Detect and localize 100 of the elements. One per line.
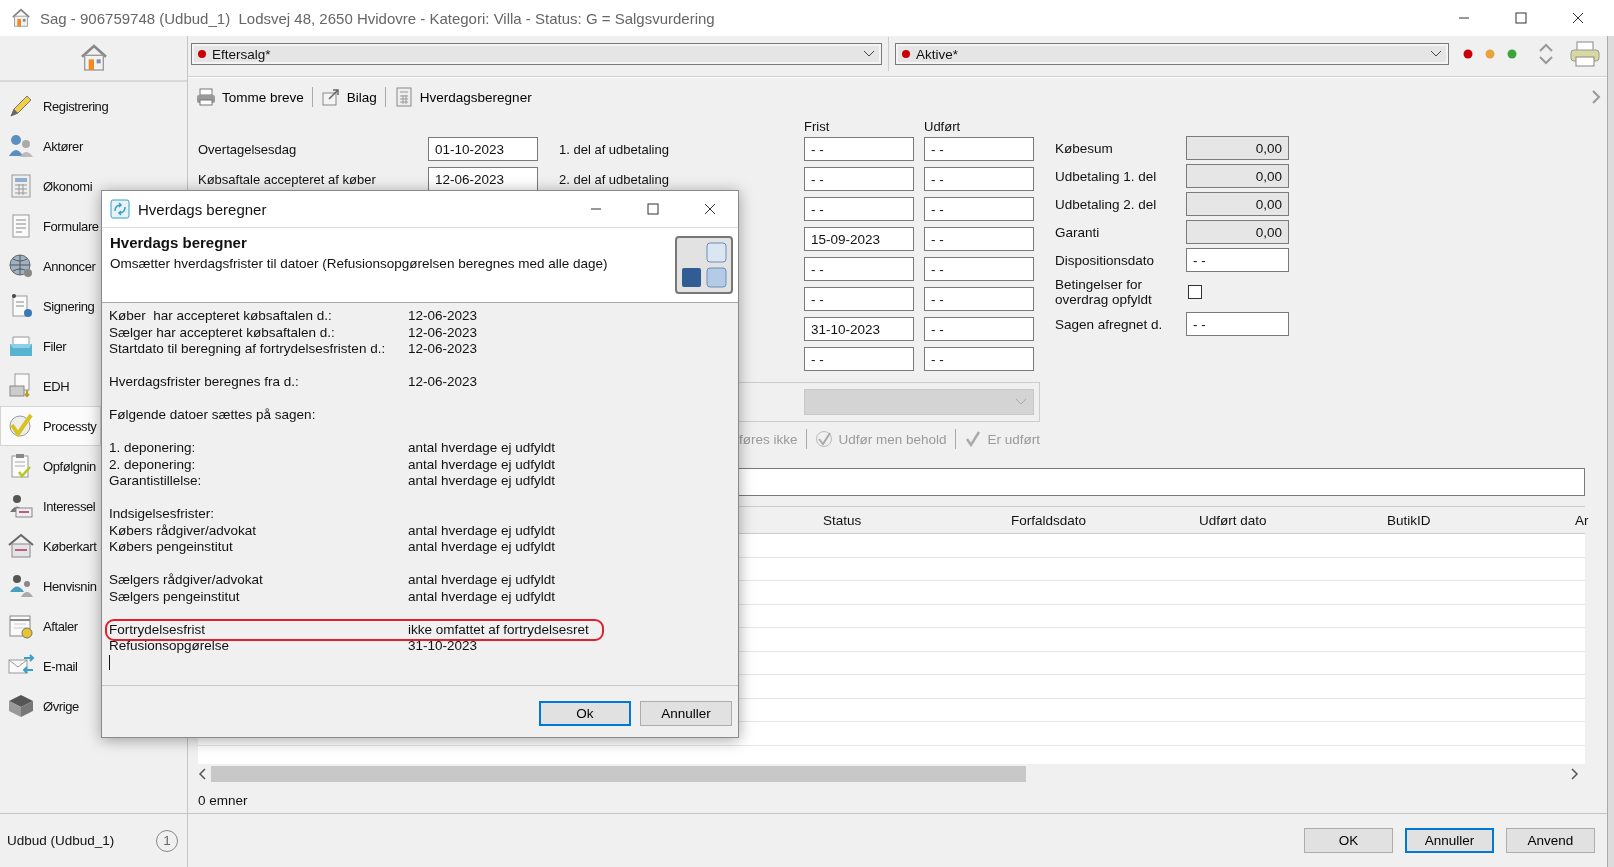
- sidebar-item[interactable]: Økonomi: [0, 166, 101, 206]
- sidebar-item[interactable]: Registrering: [0, 86, 187, 126]
- status-dot-icon[interactable]: [1463, 48, 1473, 59]
- field-label: 1. del af udbetaling: [559, 141, 670, 157]
- close-icon: [703, 203, 716, 215]
- toolbar-button[interactable]: Tomme breve: [188, 85, 312, 109]
- result-line: Købers pengeinstitut antal hverdage ej udfyldt: [108, 539, 557, 556]
- field-label: Købsaftale accepteret af køber: [198, 171, 377, 187]
- date-field[interactable]: - -: [804, 137, 914, 161]
- chevron-right-icon[interactable]: [1569, 768, 1579, 780]
- house-icon: [7, 532, 35, 560]
- amount-field[interactable]: 0,00: [1186, 164, 1289, 188]
- sidebar-item[interactable]: Køberkart: [0, 526, 101, 566]
- stage-dropdown[interactable]: Eftersalg*: [191, 43, 882, 65]
- date-field[interactable]: - -: [804, 197, 914, 221]
- sidebar-item[interactable]: Opfølgnin: [0, 446, 101, 486]
- item-count: 0 emner: [198, 793, 249, 809]
- field-label: Udbetaling 1. del: [1055, 168, 1158, 184]
- column-header[interactable]: Forfaldsdato: [1011, 512, 1199, 528]
- scrollbar-thumb[interactable]: [211, 766, 1026, 782]
- field-label: Udbetaling 2. del: [1055, 196, 1158, 212]
- result-line: Fortrydelsesfrist ikke omfattet af fortrydelsesret: [108, 621, 601, 638]
- result-line: Garantistillelse: antal hverdage ej udfyldt: [108, 473, 557, 490]
- column-header[interactable]: Ar: [1575, 512, 1589, 528]
- field-label: Overtagelsesdag: [198, 141, 298, 157]
- print-button[interactable]: [1569, 40, 1601, 68]
- result-line: Følgende datoer sættes på sagen:: [108, 407, 317, 424]
- filter-dropdown[interactable]: Aktive*: [895, 43, 1449, 65]
- column-header[interactable]: Udført dato: [1199, 512, 1387, 528]
- date-field[interactable]: - -: [804, 257, 914, 281]
- amount-field[interactable]: 0,00: [1186, 136, 1289, 160]
- chevron-down-icon: [863, 50, 875, 58]
- column-header[interactable]: ButikID: [1387, 512, 1575, 528]
- date-field[interactable]: - -: [804, 287, 914, 311]
- column-header[interactable]: Status: [823, 512, 1011, 528]
- sidebar-item[interactable]: Processty: [0, 406, 101, 446]
- box-icon: [7, 692, 35, 720]
- dialog-button[interactable]: Annuller: [1405, 828, 1494, 853]
- date-field[interactable]: - -: [1186, 312, 1289, 336]
- result-line: Køber har accepteret købsaftalen d.: 12-06-2023: [108, 308, 479, 325]
- sidebar-item[interactable]: Øvrige: [0, 686, 101, 726]
- date-field[interactable]: - -: [924, 257, 1034, 281]
- date-field[interactable]: - -: [924, 317, 1034, 341]
- chevron-left-icon[interactable]: [198, 768, 208, 780]
- date-field[interactable]: 15-09-2023: [804, 227, 914, 251]
- date-field[interactable]: - -: [804, 167, 914, 191]
- dialog-button[interactable]: Ok: [539, 701, 631, 726]
- status-dot-icon: [902, 50, 910, 58]
- sidebar-item[interactable]: Signering: [0, 286, 101, 326]
- date-field[interactable]: - -: [924, 167, 1034, 191]
- tiles-icon: [675, 236, 733, 294]
- sidebar-item[interactable]: Interessel: [0, 486, 101, 526]
- status-dot-icon[interactable]: [1485, 48, 1495, 59]
- date-field[interactable]: - -: [804, 347, 914, 371]
- dialog-button[interactable]: Annuller: [640, 701, 732, 726]
- sidebar-item[interactable]: E-mail: [0, 646, 101, 686]
- toolbar-button[interactable]: Hverdagsberegner: [385, 85, 540, 109]
- sidebar-item[interactable]: Formulare: [0, 206, 101, 246]
- column-label: Frist: [804, 119, 831, 134]
- date-field[interactable]: 12-06-2023: [428, 167, 538, 191]
- check-circle-icon: [814, 430, 833, 448]
- chevron-up-icon[interactable]: [1539, 43, 1553, 52]
- result-line: 2. deponering: antal hverdage ej udfyldt: [108, 456, 557, 473]
- text-cursor: [109, 654, 110, 670]
- date-field[interactable]: - -: [924, 287, 1034, 311]
- date-field[interactable]: - -: [924, 227, 1034, 251]
- result-line: Startdato til beregning af fortrydelsesfristen d.: 12-06-2023: [108, 341, 479, 358]
- dialog-title: Hverdags beregner: [138, 200, 267, 218]
- toolbar-button[interactable]: Bilag: [312, 85, 385, 109]
- export-icon: [320, 87, 341, 107]
- date-field[interactable]: 01-10-2023: [428, 137, 538, 161]
- sidebar-item[interactable]: EDH: [0, 366, 101, 406]
- sidebar-item[interactable]: Annoncer: [0, 246, 101, 286]
- sidebar-item[interactable]: Aktører: [0, 126, 187, 166]
- dialog-button[interactable]: OK: [1304, 828, 1393, 853]
- checkmark-icon: [7, 412, 35, 440]
- column-label: Udført: [924, 119, 962, 134]
- sidebar-item[interactable]: Henvisnin: [0, 566, 101, 606]
- amount-field[interactable]: 0,00: [1186, 220, 1289, 244]
- field-label: Garanti: [1055, 224, 1101, 240]
- sidebar-item[interactable]: Filer: [0, 326, 101, 366]
- dialog-button[interactable]: Anvend: [1506, 828, 1595, 853]
- result-line: Indsigelsesfrister:: [108, 506, 216, 523]
- result-line: 1. deponering: antal hverdage ej udfyldt: [108, 440, 557, 457]
- chevron-down-icon: [1430, 50, 1442, 58]
- chevron-down-icon[interactable]: [1539, 56, 1553, 65]
- date-field[interactable]: - -: [924, 197, 1034, 221]
- result-line: Sælgers pengeinstitut antal hverdage ej udfyldt: [108, 588, 557, 605]
- house-icon: [10, 7, 32, 29]
- people-icon: [7, 492, 35, 520]
- date-field[interactable]: - -: [1186, 248, 1289, 272]
- result-line: Købers rådgiver/advokat antal hverdage ej udfyldt: [108, 522, 557, 539]
- sidebar-item[interactable]: Aftaler: [0, 606, 101, 646]
- status-dot-icon[interactable]: [1507, 48, 1517, 59]
- date-field[interactable]: - -: [924, 137, 1034, 161]
- date-field[interactable]: - -: [924, 347, 1034, 371]
- date-field[interactable]: 31-10-2023: [804, 317, 914, 341]
- checkbox[interactable]: [1188, 285, 1202, 299]
- check-icon: [963, 430, 982, 448]
- amount-field[interactable]: 0,00: [1186, 192, 1289, 216]
